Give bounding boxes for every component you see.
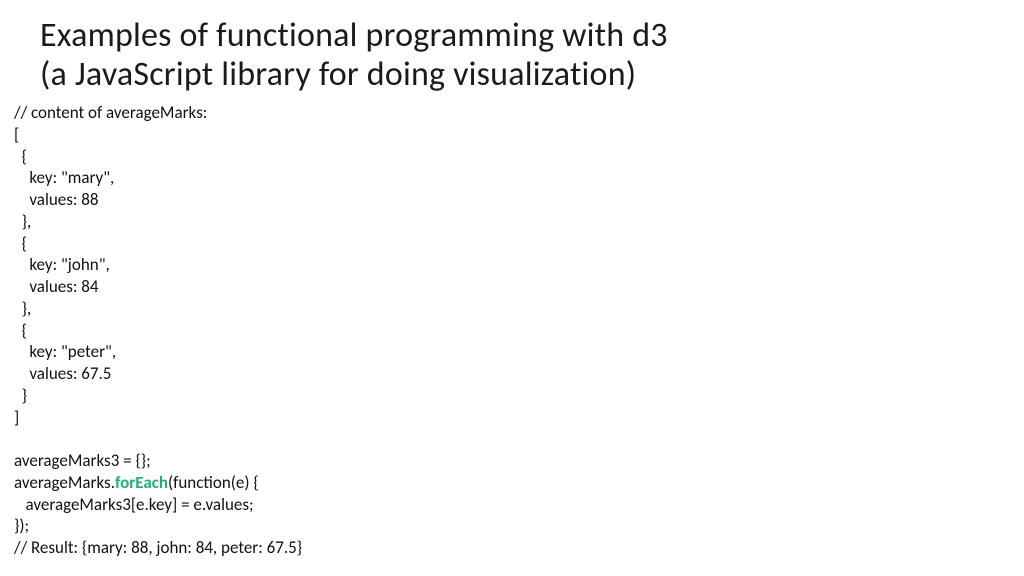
code-line: averageMarks. [14,472,115,493]
code-line: }, [14,211,31,232]
code-line: }); [14,515,29,536]
code-line: // content of averageMarks: [14,102,207,123]
code-line: key: "peter", [14,341,116,362]
title-line-2: (a JavaScript library for doing visualiz… [40,54,636,95]
slide: Examples of functional programming with … [0,0,1024,576]
code-line: [ [14,124,19,145]
code-line: }, [14,298,31,319]
slide-title: Examples of functional programming with … [40,16,994,94]
code-line: { [14,320,27,341]
code-block: // content of averageMarks: [ { key: "ma… [14,102,994,559]
code-line: averageMarks3[e.key] = e.values; [14,494,254,515]
title-line-1: Examples of functional programming with … [40,15,668,56]
code-highlight-foreach: forEach [115,472,168,493]
code-line: key: "mary", [14,167,114,188]
code-line: } [14,385,27,406]
code-line: ] [14,407,19,428]
code-line: values: 84 [14,276,99,297]
code-line: key: "john", [14,254,110,275]
code-line: { [14,233,27,254]
code-line: values: 88 [14,189,99,210]
code-line: averageMarks3 = {}; [14,450,151,471]
code-line: (function(e) { [168,472,259,493]
code-line: { [14,146,27,167]
code-line: // Result: {mary: 88, john: 84, peter: 6… [14,537,302,558]
code-line: values: 67.5 [14,363,111,384]
